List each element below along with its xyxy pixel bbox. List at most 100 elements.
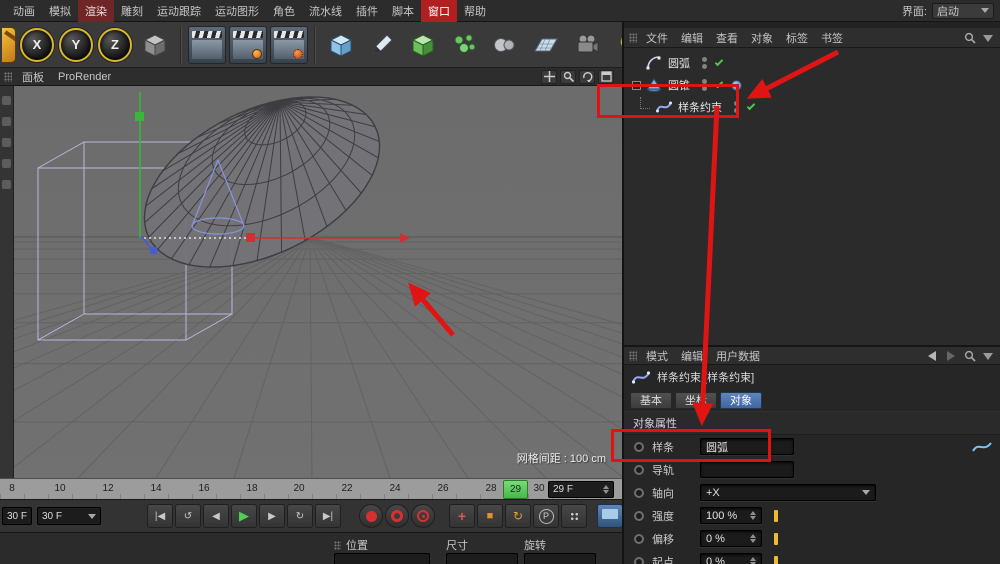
draw-spline-button[interactable]: [363, 26, 401, 64]
slider-handle[interactable]: [774, 555, 778, 564]
slider-handle[interactable]: [774, 509, 778, 522]
autokey-button[interactable]: [385, 504, 409, 528]
tab-coordinates[interactable]: 坐标: [675, 391, 717, 409]
object-row-cone[interactable]: 圆锥: [624, 74, 1000, 96]
tab-object[interactable]: 对象: [720, 391, 762, 409]
enabled-check-icon[interactable]: [714, 79, 724, 88]
next-frame-button[interactable]: ▶: [259, 504, 285, 528]
current-frame-field[interactable]: 29 F: [548, 481, 614, 498]
playhead[interactable]: 29: [503, 480, 528, 499]
menu-item-mograph[interactable]: 运动图形: [208, 0, 266, 22]
menu-item-character[interactable]: 角色: [266, 0, 302, 22]
make-editable-icon[interactable]: [2, 26, 16, 63]
am-menu-mode[interactable]: 模式: [640, 347, 674, 366]
axis-lock-z-button[interactable]: Z: [98, 27, 132, 62]
rotation-h-input[interactable]: [524, 553, 596, 564]
metaball-button[interactable]: [486, 26, 524, 64]
menu-item-window[interactable]: 窗口: [421, 0, 457, 22]
om-menu-tags[interactable]: 标签: [780, 28, 814, 48]
goto-start-button[interactable]: |◀: [147, 504, 173, 528]
key-position-button[interactable]: +: [449, 504, 475, 528]
history-forward-icon[interactable]: [945, 350, 957, 361]
tab-basic[interactable]: 基本: [630, 391, 672, 409]
om-menu-edit[interactable]: 编辑: [675, 28, 709, 48]
left-tool-strip[interactable]: [0, 86, 14, 478]
viewport-menu-prorender[interactable]: ProRender: [52, 69, 117, 85]
menu-item-pipeline[interactable]: 流水线: [302, 0, 349, 22]
am-menu-edit[interactable]: 编辑: [675, 347, 709, 366]
size-x-input[interactable]: [446, 553, 518, 564]
menu-item-simulate[interactable]: 模拟: [42, 0, 78, 22]
range-preset-dropdown[interactable]: 30 F: [37, 507, 101, 525]
range-end-field[interactable]: 30 F: [2, 507, 32, 525]
animation-dot[interactable]: [634, 510, 644, 521]
previous-frame-button[interactable]: ◀: [203, 504, 229, 528]
tool-icon[interactable]: [2, 96, 11, 105]
record-keyframe-button[interactable]: [359, 504, 383, 528]
animation-dot[interactable]: [634, 556, 644, 564]
enabled-check-icon[interactable]: [746, 101, 756, 110]
animation-dot[interactable]: [634, 441, 644, 452]
menu-item-motion-tracker[interactable]: 运动跟踪: [150, 0, 208, 22]
play-button[interactable]: ▶: [231, 504, 257, 528]
object-row-arc[interactable]: 圆弧: [624, 52, 1000, 74]
menu-item-animate[interactable]: 动画: [6, 0, 42, 22]
key-pla-button[interactable]: [561, 504, 587, 528]
menu-item-render[interactable]: 渲染: [78, 0, 114, 22]
search-icon[interactable]: [964, 32, 976, 44]
mograph-array-button[interactable]: [445, 26, 483, 64]
timeline-ruler[interactable]: 8 10 12 14 16 18 20 22 24 26 28 30 29 29…: [0, 478, 622, 499]
rotate-view-icon[interactable]: [579, 69, 595, 84]
rail-link-field[interactable]: [700, 461, 794, 478]
visibility-dots[interactable]: [702, 57, 707, 69]
phong-tag-icon[interactable]: [731, 79, 742, 91]
goto-end-button[interactable]: ▶|: [315, 504, 341, 528]
om-menu-file[interactable]: 文件: [640, 28, 674, 48]
offset-input[interactable]: 0 %: [700, 530, 762, 547]
search-icon[interactable]: [964, 350, 976, 362]
collapse-expander-icon[interactable]: [632, 80, 641, 90]
subdivision-surface-button[interactable]: [404, 26, 442, 64]
render-view-button[interactable]: [188, 25, 226, 64]
tool-icon[interactable]: [2, 180, 11, 189]
history-back-icon[interactable]: [926, 350, 938, 361]
menu-item-sculpt[interactable]: 雕刻: [114, 0, 150, 22]
slider-handle[interactable]: [774, 532, 778, 545]
viewport-menu-panel[interactable]: 面板: [16, 67, 50, 87]
stepper-icon[interactable]: [603, 482, 609, 497]
object-row-spline-constraint[interactable]: 样条约束: [624, 96, 1000, 118]
animation-dot[interactable]: [634, 487, 644, 498]
stepper-icon[interactable]: [750, 531, 756, 546]
animation-dot[interactable]: [634, 533, 644, 544]
menu-item-plugins[interactable]: 插件: [349, 0, 385, 22]
tool-icon[interactable]: [2, 117, 11, 126]
render-monitor-button[interactable]: [597, 504, 623, 528]
camera-button[interactable]: [568, 26, 606, 64]
add-primitive-cube-button[interactable]: [322, 26, 360, 64]
zoom-view-icon[interactable]: [560, 69, 576, 84]
keyframe-selection-button[interactable]: [411, 504, 435, 528]
coordinate-system-button[interactable]: [136, 26, 174, 64]
menu-item-script[interactable]: 脚本: [385, 0, 421, 22]
visibility-dots[interactable]: [734, 101, 739, 113]
layout-select[interactable]: 启动: [932, 2, 994, 19]
position-x-input[interactable]: [334, 553, 430, 564]
loop-playback-button[interactable]: ↻: [287, 504, 313, 528]
toggle-view-icon[interactable]: [598, 69, 614, 84]
floor-button[interactable]: [527, 26, 565, 64]
spline-link-field[interactable]: 圆弧: [700, 438, 794, 455]
strength-input[interactable]: 100 %: [700, 507, 762, 524]
axis-lock-y-button[interactable]: Y: [59, 27, 93, 62]
filter-icon[interactable]: [983, 352, 993, 365]
enabled-check-icon[interactable]: [714, 57, 724, 66]
om-menu-objects[interactable]: 对象: [745, 28, 779, 48]
pan-view-icon[interactable]: [541, 69, 557, 84]
menu-item-help[interactable]: 帮助: [457, 0, 493, 22]
om-menu-bookmarks[interactable]: 书签: [815, 28, 849, 48]
key-parameter-button[interactable]: P: [533, 504, 559, 528]
axis-lock-x-button[interactable]: X: [20, 27, 54, 62]
tool-icon[interactable]: [2, 138, 11, 147]
visibility-dots[interactable]: [702, 79, 707, 91]
viewport-3d[interactable]: 网格间距 : 100 cm: [14, 86, 622, 478]
am-menu-user-data[interactable]: 用户数据: [710, 347, 766, 366]
